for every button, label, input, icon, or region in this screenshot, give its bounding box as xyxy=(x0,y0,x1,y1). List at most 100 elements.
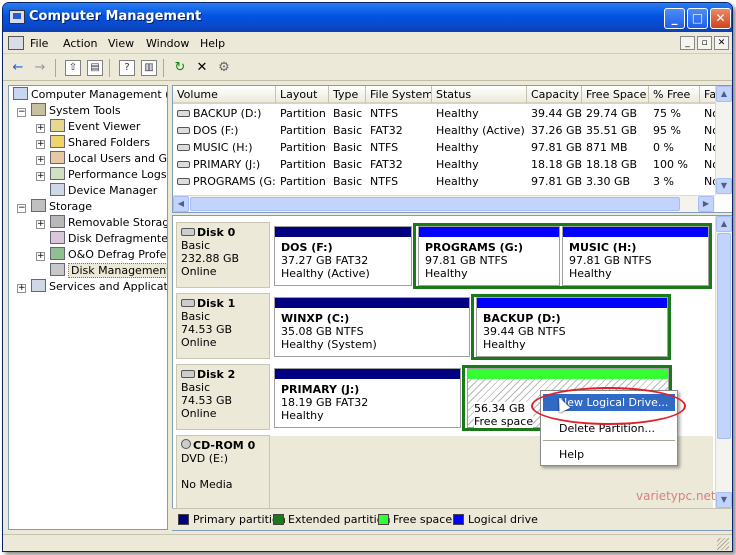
scroll-right-icon[interactable]: ▶ xyxy=(698,196,714,212)
tree-shared-folders[interactable]: Shared Folders xyxy=(50,135,150,151)
maximize-button[interactable]: □ xyxy=(687,8,708,29)
volume-list-vertical-scrollbar[interactable]: ▲ ▼ xyxy=(715,86,732,195)
col-header-volume[interactable]: Volume xyxy=(173,86,276,104)
partition-primary[interactable]: PRIMARY (J:) 18.19 GB FAT32 Healthy xyxy=(274,368,461,428)
table-row[interactable]: DOS (F:) xyxy=(173,122,276,139)
partition-dos-info: 37.27 GB FAT32 xyxy=(281,254,369,267)
partition-winxp[interactable]: WINXP (C:) 35.08 GB NTFS Healthy (System) xyxy=(274,297,470,357)
tree-disk-management[interactable]: Disk Management xyxy=(50,263,167,279)
expand-removable[interactable]: + xyxy=(36,220,45,229)
back-arrow-icon[interactable]: ← xyxy=(9,59,27,77)
col-header-file-system[interactable]: File System xyxy=(366,86,432,104)
expand-oo-defrag[interactable]: + xyxy=(36,252,45,261)
up-folder-icon[interactable]: ⇧ xyxy=(65,60,81,76)
scroll-up-icon[interactable]: ▲ xyxy=(716,86,732,102)
help-menu-item[interactable]: Help xyxy=(543,446,675,463)
expand-performance[interactable]: + xyxy=(36,172,45,181)
table-row[interactable]: PROGRAMS (G:) xyxy=(173,173,276,190)
tree-oo-defrag[interactable]: O&O Defrag Profes xyxy=(50,247,167,263)
tree-root[interactable]: Computer Management (Loc xyxy=(13,87,167,103)
disk-0-label[interactable]: Disk 0 Basic 232.88 GB Online xyxy=(176,222,270,288)
partition-backup-info: 39.44 GB NTFS xyxy=(483,325,566,338)
partition-dos-name: DOS (F:) xyxy=(281,241,333,254)
col-header-status[interactable]: Status xyxy=(432,86,527,104)
partition-music[interactable]: MUSIC (H:) 97.81 GB NTFS Healthy xyxy=(562,226,709,286)
col-header-layout[interactable]: Layout xyxy=(276,86,329,104)
vertical-scroll-thumb[interactable] xyxy=(717,233,731,439)
partition-music-name: MUSIC (H:) xyxy=(569,241,637,254)
tools-icon xyxy=(31,103,46,116)
horizontal-scroll-thumb[interactable] xyxy=(190,197,680,211)
graphical-view-scrollbar[interactable]: ▲ ▼ xyxy=(715,216,732,509)
forward-arrow-icon[interactable]: → xyxy=(31,59,49,77)
tree-services-applications[interactable]: Services and Application xyxy=(31,279,167,295)
tree-disk-defragmenter[interactable]: Disk Defragmenter xyxy=(50,231,167,247)
table-row[interactable]: MUSIC (H:) xyxy=(173,139,276,156)
volume-icon xyxy=(177,127,190,134)
menu-help[interactable]: Help xyxy=(200,37,225,50)
console-tree: Computer Management (Loc − System Tools … xyxy=(8,85,168,530)
expand-local-users[interactable]: + xyxy=(36,156,45,165)
partition-backup-status: Healthy xyxy=(483,338,526,351)
title-bar[interactable]: Computer Management _ □ ✕ xyxy=(3,3,732,32)
menu-file[interactable]: File xyxy=(30,37,48,50)
disk-1-type: Basic xyxy=(181,310,211,323)
expand-storage[interactable]: − xyxy=(17,204,26,213)
device-manager-icon xyxy=(50,183,65,196)
scroll-up-icon[interactable]: ▲ xyxy=(716,216,732,232)
event-viewer-icon xyxy=(50,119,65,132)
disk-1-label[interactable]: Disk 1 Basic 74.53 GB Online xyxy=(176,293,270,359)
scroll-left-icon[interactable]: ◀ xyxy=(173,196,189,212)
col-header-type[interactable]: Type xyxy=(329,86,366,104)
tree-storage[interactable]: Storage xyxy=(31,199,92,215)
toolbar: ← → ⇧ ▤ ? ▥ ↻ ✕ ⚙ xyxy=(3,55,732,81)
cdrom-0-label[interactable]: CD-ROM 0 DVD (E:) No Media xyxy=(176,435,270,513)
tree-device-manager-label: Device Manager xyxy=(68,184,158,197)
menu-action[interactable]: Action xyxy=(63,37,97,50)
mmc-icon[interactable] xyxy=(8,36,24,50)
partition-backup[interactable]: BACKUP (D:) 39.44 GB NTFS Healthy xyxy=(476,297,668,357)
disk-2-label[interactable]: Disk 2 Basic 74.53 GB Online xyxy=(176,364,270,430)
mdi-minimize-button[interactable]: _ xyxy=(680,36,695,50)
disk-2-name: Disk 2 xyxy=(197,368,236,381)
tree-removable-storage[interactable]: Removable Storage xyxy=(50,215,167,231)
free-space-label: Free space xyxy=(474,415,534,428)
tree-system-tools[interactable]: System Tools xyxy=(31,103,121,119)
menu-view[interactable]: View xyxy=(108,37,134,50)
col-header-free-space[interactable]: Free Space xyxy=(582,86,649,104)
tree-local-users[interactable]: Local Users and Gro xyxy=(50,151,167,167)
settings-icon[interactable]: ⚙ xyxy=(215,59,233,77)
tree-device-manager[interactable]: Device Manager xyxy=(50,183,157,199)
table-row[interactable]: BACKUP (D:) xyxy=(173,105,276,122)
help-icon[interactable]: ? xyxy=(119,60,135,76)
refresh-icon[interactable]: ↻ xyxy=(171,59,189,77)
scroll-down-icon[interactable]: ▼ xyxy=(716,178,732,194)
scroll-down-icon[interactable]: ▼ xyxy=(716,492,732,508)
partition-dos[interactable]: DOS (F:) 37.27 GB FAT32 Healthy (Active) xyxy=(274,226,412,286)
resize-grip-icon[interactable] xyxy=(717,538,729,550)
menu-window[interactable]: Window xyxy=(146,37,189,50)
minimize-button[interactable]: _ xyxy=(664,8,685,29)
partition-music-info: 97.81 GB NTFS xyxy=(569,254,652,267)
delete-icon[interactable]: ✕ xyxy=(193,59,211,77)
mdi-close-button[interactable]: ✕ xyxy=(714,36,729,50)
col-header-pct-free[interactable]: % Free xyxy=(649,86,700,104)
expand-services[interactable]: + xyxy=(17,284,26,293)
disk-2-state: Online xyxy=(181,407,217,420)
properties-icon[interactable]: ▥ xyxy=(141,60,157,76)
close-button[interactable]: ✕ xyxy=(710,8,731,29)
mdi-restore-button[interactable]: ▫ xyxy=(697,36,712,50)
volume-list-horizontal-scrollbar[interactable]: ◀ ▶ xyxy=(173,195,715,212)
partition-programs[interactable]: PROGRAMS (G:) 97.81 GB NTFS Healthy xyxy=(418,226,560,286)
show-hide-tree-icon[interactable]: ▤ xyxy=(87,60,103,76)
cell-fs: NTFS xyxy=(370,141,399,154)
expand-shared-folders[interactable]: + xyxy=(36,140,45,149)
shared-folder-icon xyxy=(50,135,65,148)
expand-system-tools[interactable]: − xyxy=(17,108,26,117)
col-header-capacity[interactable]: Capacity xyxy=(527,86,582,104)
expand-event-viewer[interactable]: + xyxy=(36,124,45,133)
tree-event-viewer[interactable]: Event Viewer xyxy=(50,119,140,135)
tree-performance-logs[interactable]: Performance Logs a xyxy=(50,167,167,183)
performance-icon xyxy=(50,167,65,180)
table-row[interactable]: PRIMARY (J:) xyxy=(173,156,276,173)
